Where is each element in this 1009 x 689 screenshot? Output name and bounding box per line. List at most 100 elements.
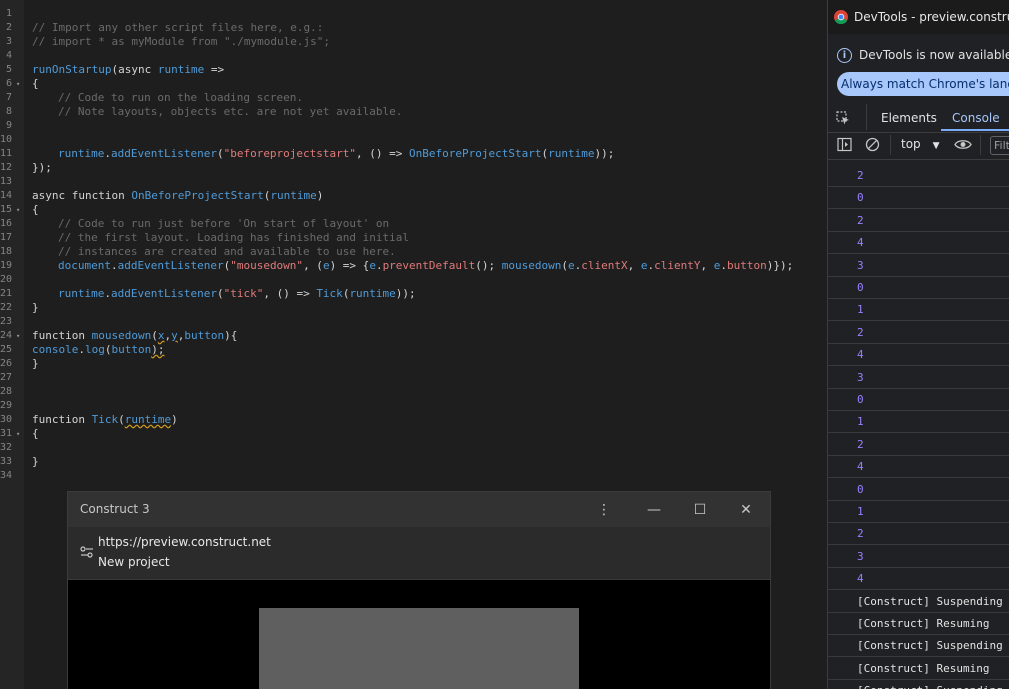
console-message[interactable]: 2	[828, 523, 1009, 546]
line-number: 27	[0, 372, 13, 383]
fold-chevron-icon[interactable]: ▾	[16, 427, 20, 441]
code-line-15: {	[32, 203, 39, 216]
line-number: 31	[0, 428, 13, 439]
line-number: 29	[0, 400, 13, 411]
minimize-icon[interactable]: —	[644, 500, 664, 520]
line-number: 20	[0, 274, 13, 285]
line-number: 8	[5, 106, 12, 117]
console-message[interactable]: 0	[828, 389, 1009, 411]
code-line-12: });	[32, 161, 52, 174]
window-title: Construct 3	[80, 502, 150, 516]
console-message-text: 4	[857, 348, 864, 362]
fold-chevron-icon[interactable]: ▾	[16, 203, 20, 217]
console-message[interactable]: 2	[828, 165, 1009, 187]
console-message[interactable]: 4	[828, 568, 1009, 591]
maximize-icon[interactable]: ☐	[690, 500, 710, 520]
code-line-19: document.addEventListener("mousedown", (…	[58, 259, 794, 272]
sidebar-toggle-icon[interactable]	[837, 137, 852, 152]
game-canvas[interactable]	[68, 580, 770, 689]
line-number: 9	[5, 120, 12, 131]
console-message[interactable]: 0	[828, 479, 1009, 501]
live-expression-eye-icon[interactable]	[954, 138, 972, 151]
console-message[interactable]: 3	[828, 367, 1009, 389]
line-number: 11	[0, 148, 13, 159]
line-number: 15	[0, 204, 13, 215]
code-line-24: function mousedown(x,y,button){	[32, 329, 238, 342]
filter-input[interactable]: Filt	[990, 136, 1009, 155]
console-message[interactable]: [Construct] Suspending	[828, 635, 1009, 658]
page-title: New project	[98, 555, 170, 569]
active-tab-indicator	[941, 129, 1009, 131]
layout-area	[259, 608, 579, 689]
clear-console-icon[interactable]	[865, 137, 880, 152]
close-icon[interactable]: ✕	[736, 500, 756, 520]
line-number: 13	[0, 176, 13, 187]
tab-console[interactable]: Console	[952, 111, 1000, 125]
line-number: 7	[5, 92, 12, 103]
match-language-button[interactable]: Always match Chrome's langua	[837, 72, 1009, 96]
address-bar[interactable]: https://preview.construct.net New projec…	[68, 527, 770, 580]
line-number: 12	[0, 162, 13, 173]
infobar-text: DevTools is now available in	[859, 48, 1009, 62]
more-menu-icon[interactable]: ⋮	[594, 500, 614, 520]
console-message-text: [Construct] Suspending	[857, 684, 1003, 689]
devtools-title-bar: DevTools - preview.construct.n	[828, 0, 1009, 34]
site-settings-icon[interactable]	[80, 545, 94, 559]
line-number: 1	[5, 8, 12, 19]
console-message[interactable]: 3	[828, 546, 1009, 568]
console-message[interactable]: 2	[828, 210, 1009, 232]
console-message-text: 3	[857, 370, 864, 384]
console-message[interactable]: 1	[828, 299, 1009, 322]
console-message-text: 1	[857, 505, 864, 518]
line-number: 26	[0, 358, 13, 369]
console-message[interactable]: 2	[828, 434, 1009, 456]
code-line-3: // import * as myModule from "./mymodule…	[32, 35, 331, 48]
fold-chevron-icon[interactable]: ▾	[16, 77, 20, 91]
context-selector[interactable]: top ▼	[901, 137, 940, 151]
line-number: 23	[0, 316, 13, 327]
code-line-21: runtime.addEventListener("tick", () => T…	[58, 287, 416, 300]
line-number: 2	[5, 22, 12, 33]
preview-window: Construct 3 ⋮ — ☐ ✕ https://preview.cons…	[68, 492, 770, 689]
line-number: 16	[0, 218, 13, 229]
console-message[interactable]: 1	[828, 411, 1009, 434]
console-message-text: [Construct] Resuming	[857, 661, 990, 675]
code-line-11: runtime.addEventListener("beforeprojects…	[58, 147, 615, 160]
console-message[interactable]: 0	[828, 277, 1009, 299]
console-message[interactable]: 3	[828, 255, 1009, 277]
devtools-tabbar: Elements Console	[828, 104, 1009, 133]
console-message[interactable]: 4	[828, 344, 1009, 367]
console-message[interactable]: [Construct] Suspending	[828, 591, 1009, 613]
console-message[interactable]: 1	[828, 501, 1009, 523]
inspect-element-icon[interactable]	[836, 111, 850, 125]
fold-chevron-icon[interactable]: ▾	[16, 329, 20, 343]
console-message[interactable]: 2	[828, 322, 1009, 344]
line-number: 21	[0, 288, 13, 299]
line-number: 33	[0, 456, 13, 467]
code-line-25: console.log(button);	[32, 343, 165, 356]
line-number: 3	[5, 36, 12, 47]
code-line-2: // Import any other script files here, e…	[32, 21, 324, 34]
code-line-33: }	[32, 455, 39, 468]
console-message[interactable]: 0	[828, 187, 1009, 210]
code-line-26: }	[32, 357, 39, 370]
language-infobar: i DevTools is now available in Always ma…	[828, 40, 1009, 102]
code-line-16: // Code to run just before 'On start of …	[58, 217, 390, 230]
line-number: 19	[0, 260, 13, 271]
code-line-18: // instances are created and available t…	[58, 245, 396, 258]
devtools-title: DevTools - preview.construct.n	[854, 10, 1009, 24]
console-message[interactable]: 4	[828, 456, 1009, 479]
console-message-text: [Construct] Suspending	[857, 639, 1003, 653]
toolbar-divider	[890, 135, 891, 155]
context-label: top	[901, 137, 921, 151]
code-line-7: // Code to run on the loading screen.	[58, 91, 304, 104]
line-number: 10	[0, 134, 13, 145]
code-line-6: {	[32, 77, 39, 90]
console-message[interactable]: 4	[828, 232, 1009, 255]
tab-elements[interactable]: Elements	[881, 111, 937, 125]
console-message[interactable]: [Construct] Resuming	[828, 613, 1009, 635]
console-message[interactable]: [Construct] Suspending	[828, 680, 1009, 689]
window-title-bar[interactable]: Construct 3 ⋮ — ☐ ✕	[68, 492, 770, 527]
chrome-logo-icon	[834, 10, 848, 24]
console-message[interactable]: [Construct] Resuming	[828, 658, 1009, 680]
